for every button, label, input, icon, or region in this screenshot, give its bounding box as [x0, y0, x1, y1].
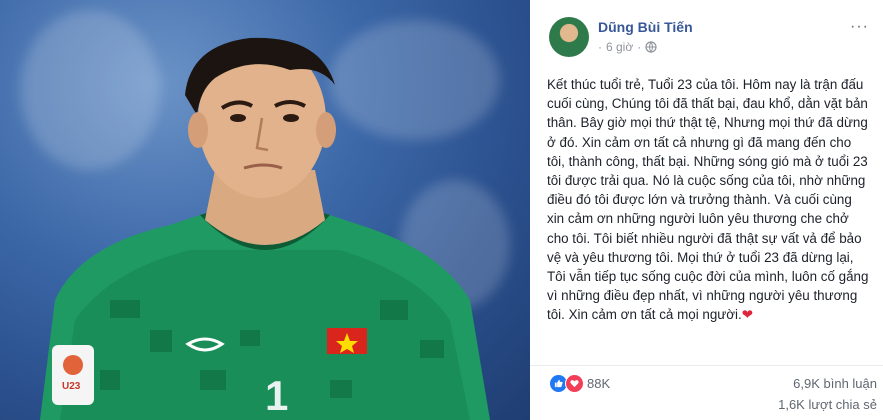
shares-count[interactable]: 1,6K lượt chia sẻ	[778, 397, 877, 412]
more-options-button[interactable]: ···	[850, 18, 869, 36]
comments-count[interactable]: 6,9K bình luận	[793, 376, 877, 391]
reaction-count: 88K	[587, 376, 611, 391]
post-body: Kết thúc tuổi trẻ, Tuổi 23 của tôi. Hôm …	[547, 77, 869, 323]
meta-separator: ·	[637, 40, 642, 54]
post-text: Kết thúc tuổi trẻ, Tuổi 23 của tôi. Hôm …	[547, 75, 872, 325]
post-photo[interactable]: 1 U23	[0, 0, 530, 420]
globe-icon	[645, 41, 657, 53]
reactions-summary[interactable]: 88K	[549, 374, 610, 393]
post-time[interactable]: 6 giờ	[606, 40, 633, 54]
heart-emoji: ❤	[741, 307, 753, 323]
u23-badge-label: U23	[62, 381, 81, 392]
divider	[530, 365, 883, 366]
goalkeeper-figure	[40, 37, 490, 420]
meta-separator: ·	[598, 40, 602, 54]
author-name[interactable]: Dũng Bùi Tiến	[598, 19, 693, 35]
love-icon	[565, 374, 584, 393]
post-panel: Dũng Bùi Tiến · 6 giờ · ··· Kết thúc tuổ…	[530, 0, 883, 420]
avatar[interactable]	[549, 17, 589, 57]
post-meta: · 6 giờ ·	[598, 40, 657, 54]
jersey-number: 1	[265, 372, 289, 419]
